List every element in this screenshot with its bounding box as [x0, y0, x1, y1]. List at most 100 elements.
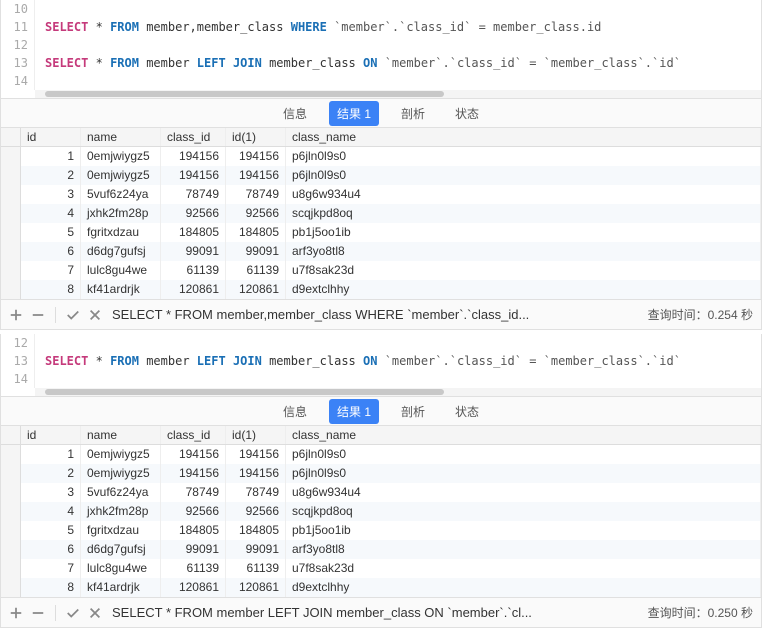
cell-id1[interactable]: 92566 — [226, 204, 286, 223]
cell-name[interactable]: d6dg7gufsj — [81, 540, 161, 559]
cell-class-id[interactable]: 61139 — [161, 261, 226, 280]
col-id1[interactable]: id(1) — [226, 128, 286, 146]
cell-id[interactable]: 3 — [21, 483, 81, 502]
cancel-icon[interactable] — [88, 308, 102, 322]
table-row[interactable]: 7lulc8gu4we6113961139u7f8sak23d — [1, 261, 761, 280]
cell-id[interactable]: 5 — [21, 223, 81, 242]
sql-editor[interactable]: 10 11 12 13 14 SELECT * FROM member,memb… — [1, 0, 761, 90]
tab-status[interactable]: 状态 — [447, 399, 487, 424]
cell-class-id[interactable]: 61139 — [161, 559, 226, 578]
table-row[interactable]: 6d6dg7gufsj9909199091arf3yo8tl8 — [1, 242, 761, 261]
col-name[interactable]: name — [81, 128, 161, 146]
col-class-name[interactable]: class_name — [286, 128, 761, 146]
cell-class-name[interactable]: scqjkpd8oq — [286, 204, 761, 223]
table-row[interactable]: 8kf41ardrjk120861120861d9extclhhy — [1, 578, 761, 597]
cell-class-name[interactable]: scqjkpd8oq — [286, 502, 761, 521]
remove-row-icon[interactable] — [31, 308, 45, 322]
cell-id1[interactable]: 184805 — [226, 223, 286, 242]
cell-class-id[interactable]: 184805 — [161, 521, 226, 540]
cell-id1[interactable]: 61139 — [226, 559, 286, 578]
tab-result-1[interactable]: 结果 1 — [329, 399, 379, 424]
sql-line-13[interactable]: SELECT * FROM member LEFT JOIN member_cl… — [45, 54, 751, 72]
cell-class-name[interactable]: d9extclhhy — [286, 280, 761, 299]
table-row[interactable]: 5fgritxdzau184805184805pb1j5oo1ib — [1, 521, 761, 540]
col-id1[interactable]: id(1) — [226, 426, 286, 444]
tab-info[interactable]: 信息 — [275, 399, 315, 424]
result-grid[interactable]: id name class_id id(1) class_name 10emjw… — [1, 426, 761, 597]
cell-id[interactable]: 7 — [21, 559, 81, 578]
cancel-icon[interactable] — [88, 606, 102, 620]
cell-id[interactable]: 8 — [21, 280, 81, 299]
cell-id[interactable]: 1 — [21, 445, 81, 464]
cell-id1[interactable]: 194156 — [226, 445, 286, 464]
cell-id1[interactable]: 78749 — [226, 483, 286, 502]
cell-class-id[interactable]: 194156 — [161, 464, 226, 483]
cell-id[interactable]: 5 — [21, 521, 81, 540]
cell-id1[interactable]: 194156 — [226, 464, 286, 483]
cell-id[interactable]: 2 — [21, 166, 81, 185]
cell-id[interactable]: 6 — [21, 242, 81, 261]
cell-class-id[interactable]: 194156 — [161, 166, 226, 185]
cell-id[interactable]: 7 — [21, 261, 81, 280]
sql-line-13[interactable]: SELECT * FROM member LEFT JOIN member_cl… — [45, 354, 681, 368]
cell-class-id[interactable]: 120861 — [161, 280, 226, 299]
cell-name[interactable]: d6dg7gufsj — [81, 242, 161, 261]
table-row[interactable]: 6d6dg7gufsj9909199091arf3yo8tl8 — [1, 540, 761, 559]
add-row-icon[interactable] — [9, 606, 23, 620]
cell-name[interactable]: lulc8gu4we — [81, 559, 161, 578]
cell-id[interactable]: 1 — [21, 147, 81, 166]
cell-class-name[interactable]: p6jln0l9s0 — [286, 445, 761, 464]
cell-name[interactable]: 0emjwiygz5 — [81, 147, 161, 166]
cell-class-name[interactable]: d9extclhhy — [286, 578, 761, 597]
table-row[interactable]: 4jxhk2fm28p9256692566scqjkpd8oq — [1, 502, 761, 521]
cell-id[interactable]: 6 — [21, 540, 81, 559]
tab-info[interactable]: 信息 — [275, 101, 315, 126]
editor-horizontal-scrollbar[interactable] — [35, 90, 761, 98]
cell-name[interactable]: jxhk2fm28p — [81, 502, 161, 521]
table-row[interactable]: 5fgritxdzau184805184805pb1j5oo1ib — [1, 223, 761, 242]
table-row[interactable]: 10emjwiygz5194156194156p6jln0l9s0 — [1, 147, 761, 166]
tab-result-1[interactable]: 结果 1 — [329, 101, 379, 126]
cell-class-name[interactable]: u8g6w934u4 — [286, 185, 761, 204]
cell-id1[interactable]: 99091 — [226, 540, 286, 559]
table-row[interactable]: 35vuf6z24ya7874978749u8g6w934u4 — [1, 483, 761, 502]
remove-row-icon[interactable] — [31, 606, 45, 620]
cell-name[interactable]: lulc8gu4we — [81, 261, 161, 280]
cell-class-id[interactable]: 78749 — [161, 185, 226, 204]
cell-id1[interactable]: 194156 — [226, 147, 286, 166]
apply-icon[interactable] — [66, 606, 80, 620]
cell-id1[interactable]: 120861 — [226, 280, 286, 299]
table-row[interactable]: 8kf41ardrjk120861120861d9extclhhy — [1, 280, 761, 299]
cell-name[interactable]: fgritxdzau — [81, 223, 161, 242]
tab-status[interactable]: 状态 — [447, 101, 487, 126]
table-row[interactable]: 7lulc8gu4we6113961139u7f8sak23d — [1, 559, 761, 578]
cell-class-id[interactable]: 99091 — [161, 540, 226, 559]
cell-class-name[interactable]: p6jln0l9s0 — [286, 166, 761, 185]
cell-name[interactable]: kf41ardrjk — [81, 578, 161, 597]
table-row[interactable]: 20emjwiygz5194156194156p6jln0l9s0 — [1, 166, 761, 185]
apply-icon[interactable] — [66, 308, 80, 322]
cell-id1[interactable]: 92566 — [226, 502, 286, 521]
col-name[interactable]: name — [81, 426, 161, 444]
cell-class-id[interactable]: 78749 — [161, 483, 226, 502]
cell-id1[interactable]: 78749 — [226, 185, 286, 204]
cell-class-id[interactable]: 184805 — [161, 223, 226, 242]
cell-id[interactable]: 3 — [21, 185, 81, 204]
tab-profile[interactable]: 剖析 — [393, 399, 433, 424]
tab-profile[interactable]: 剖析 — [393, 101, 433, 126]
cell-id1[interactable]: 184805 — [226, 521, 286, 540]
cell-class-id[interactable]: 92566 — [161, 204, 226, 223]
cell-id[interactable]: 4 — [21, 204, 81, 223]
add-row-icon[interactable] — [9, 308, 23, 322]
cell-name[interactable]: 0emjwiygz5 — [81, 445, 161, 464]
cell-class-name[interactable]: p6jln0l9s0 — [286, 147, 761, 166]
table-row[interactable]: 35vuf6z24ya7874978749u8g6w934u4 — [1, 185, 761, 204]
table-row[interactable]: 20emjwiygz5194156194156p6jln0l9s0 — [1, 464, 761, 483]
col-id[interactable]: id — [21, 128, 81, 146]
cell-class-name[interactable]: arf3yo8tl8 — [286, 242, 761, 261]
cell-class-id[interactable]: 120861 — [161, 578, 226, 597]
sql-line-11[interactable]: SELECT * FROM member,member_class WHERE … — [45, 20, 601, 34]
col-class-id[interactable]: class_id — [161, 128, 226, 146]
cell-name[interactable]: fgritxdzau — [81, 521, 161, 540]
sql-editor[interactable]: 12 13 14 SELECT * FROM member LEFT JOIN … — [1, 334, 761, 388]
